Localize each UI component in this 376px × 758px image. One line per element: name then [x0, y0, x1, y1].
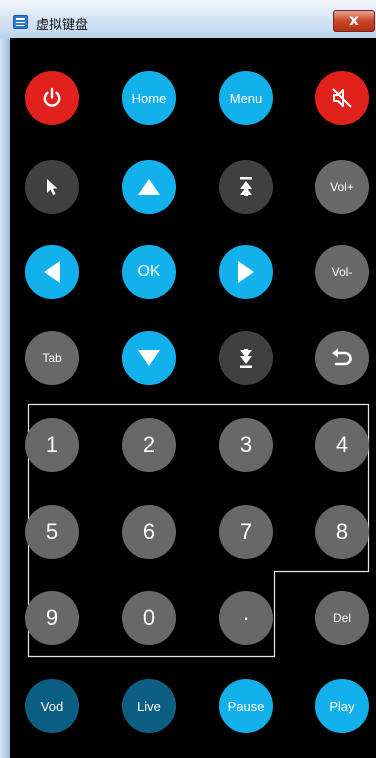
page-up-button[interactable]	[219, 160, 273, 214]
number-3-button[interactable]: 3	[219, 418, 273, 472]
mute-button[interactable]	[315, 71, 369, 125]
number-4-button[interactable]: 4	[315, 418, 369, 472]
power-button[interactable]	[25, 71, 79, 125]
virtual-keyboard-window: 虚拟键盘 x Home Menu Vol+ OK Vol- Tab 1 2 3 …	[0, 0, 376, 758]
number-5-button[interactable]: 5	[25, 505, 79, 559]
power-icon	[43, 87, 61, 107]
tab-button[interactable]: Tab	[25, 331, 79, 385]
page-up-icon	[240, 177, 252, 196]
dot-button[interactable]: ·	[219, 591, 273, 645]
page-down-button[interactable]	[219, 331, 273, 385]
arrow-left-icon	[44, 261, 60, 283]
delete-button[interactable]: Del	[315, 591, 369, 645]
number-9-button[interactable]: 9	[25, 591, 79, 645]
ok-button[interactable]: OK	[122, 245, 176, 299]
left-button[interactable]	[25, 245, 79, 299]
volume-down-button[interactable]: Vol-	[315, 245, 369, 299]
menu-button[interactable]: Menu	[219, 71, 273, 125]
number-6-button[interactable]: 6	[122, 505, 176, 559]
mute-icon	[332, 88, 352, 108]
number-1-button[interactable]: 1	[25, 418, 79, 472]
close-button[interactable]: x	[333, 10, 375, 32]
arrow-down-icon	[138, 350, 160, 366]
right-button[interactable]	[219, 245, 273, 299]
arrow-right-icon	[238, 261, 254, 283]
number-2-button[interactable]: 2	[122, 418, 176, 472]
vod-button[interactable]: Vod	[25, 679, 79, 733]
number-8-button[interactable]: 8	[315, 505, 369, 559]
mouse-pointer-icon	[47, 179, 58, 195]
remote-control-panel: Home Menu Vol+ OK Vol- Tab 1 2 3 4 5 6 7…	[10, 38, 376, 758]
number-7-button[interactable]: 7	[219, 505, 273, 559]
play-button[interactable]: Play	[315, 679, 369, 733]
back-button[interactable]	[315, 331, 369, 385]
back-icon	[332, 348, 352, 366]
window-frame	[0, 38, 10, 758]
mouse-pointer-button[interactable]	[25, 160, 79, 214]
pause-button[interactable]: Pause	[219, 679, 273, 733]
page-down-icon	[240, 349, 252, 368]
up-button[interactable]	[122, 160, 176, 214]
app-icon	[13, 15, 28, 29]
home-button[interactable]: Home	[122, 71, 176, 125]
down-button[interactable]	[122, 331, 176, 385]
arrow-up-icon	[138, 179, 160, 195]
volume-up-button[interactable]: Vol+	[315, 160, 369, 214]
window-title: 虚拟键盘	[36, 17, 89, 32]
live-button[interactable]: Live	[122, 679, 176, 733]
title-bar[interactable]: 虚拟键盘 x	[0, 0, 376, 39]
number-0-button[interactable]: 0	[122, 591, 176, 645]
